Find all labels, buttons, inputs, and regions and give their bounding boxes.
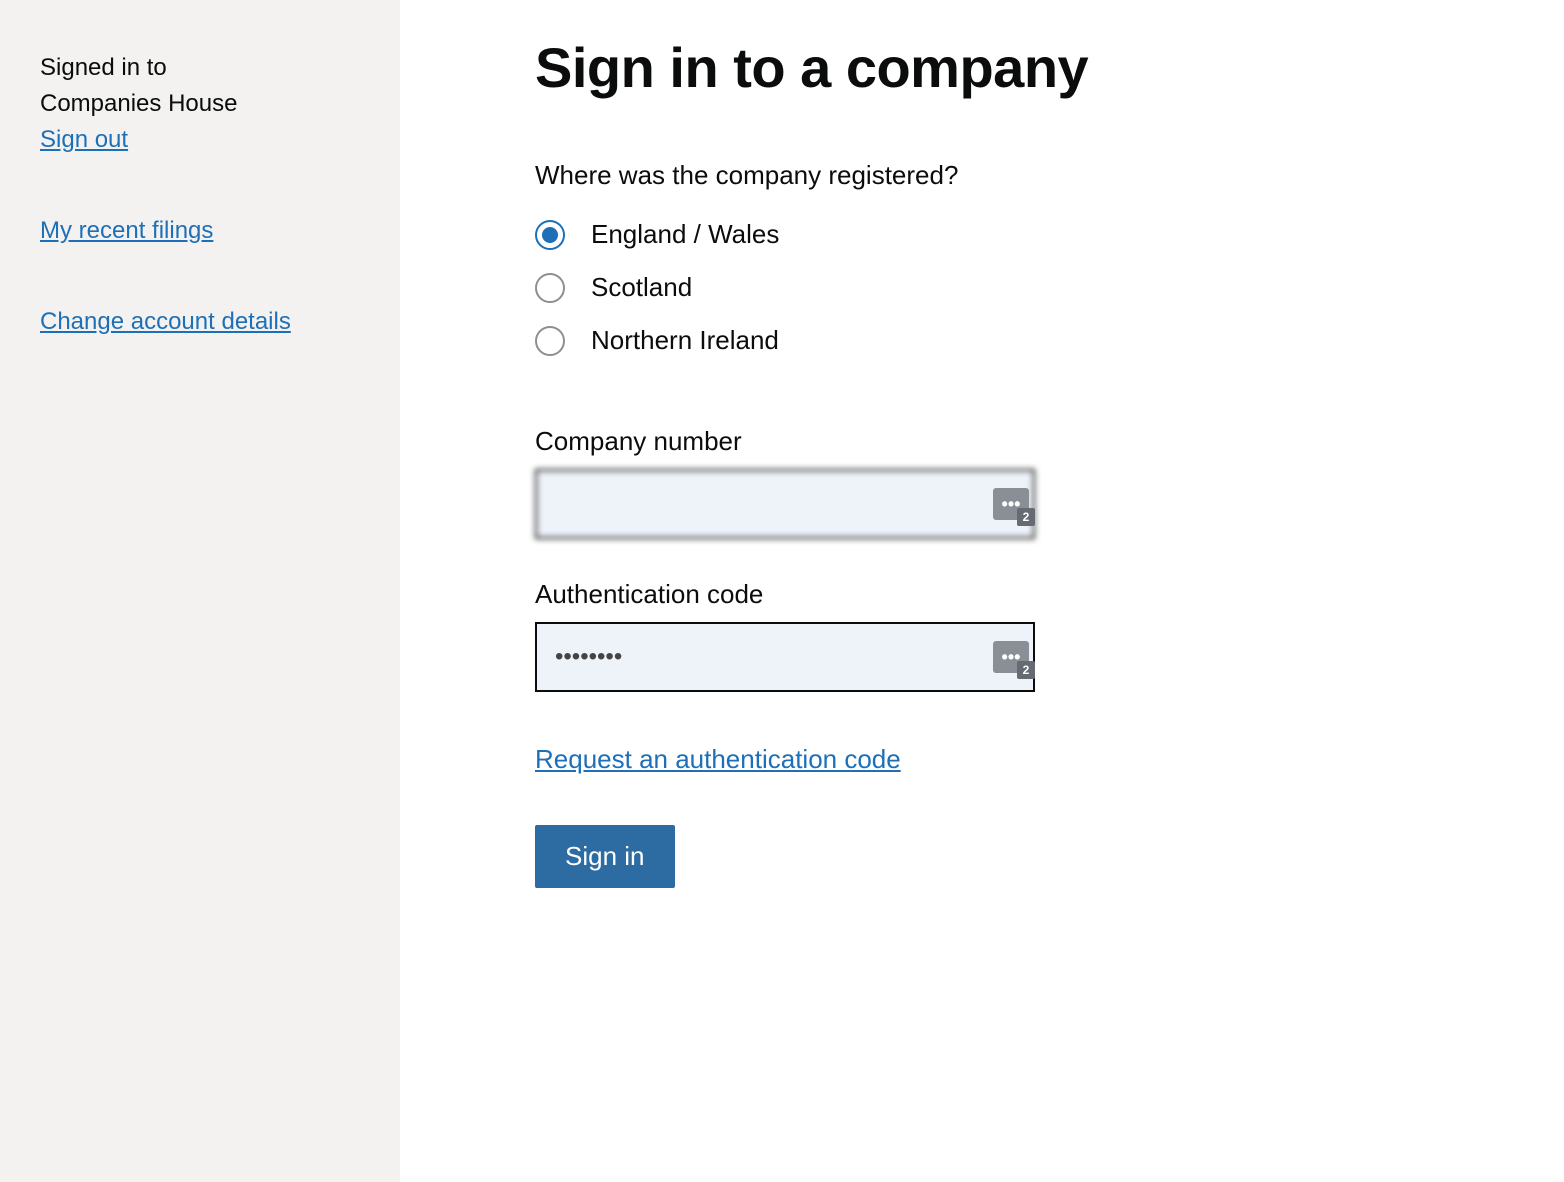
company-number-input-wrapper: ••• 2 (535, 469, 1035, 539)
signed-in-line2: Companies House (40, 90, 237, 117)
authentication-code-label: Authentication code (535, 579, 1529, 610)
signed-in-line1: Signed in to (40, 54, 167, 81)
sign-in-button[interactable]: Sign in (535, 825, 675, 888)
signed-in-status: Signed in to Companies House (40, 50, 360, 122)
radio-england-wales[interactable]: England / Wales (535, 219, 1529, 250)
my-recent-filings-link[interactable]: My recent filings (40, 213, 360, 249)
authentication-code-input[interactable] (535, 622, 1035, 692)
sign-out-link[interactable]: Sign out (40, 122, 360, 158)
radio-scotland[interactable]: Scotland (535, 272, 1529, 303)
radio-label: England / Wales (591, 219, 779, 250)
radio-label: Northern Ireland (591, 325, 779, 356)
company-number-input[interactable] (535, 469, 1035, 539)
authentication-code-input-wrapper: ••• 2 (535, 622, 1035, 692)
registration-question: Where was the company registered? (535, 160, 1529, 191)
password-manager-badge-icon[interactable]: ••• 2 (993, 488, 1029, 520)
authentication-code-field: Authentication code ••• 2 (535, 579, 1529, 692)
radio-northern-ireland[interactable]: Northern Ireland (535, 325, 1529, 356)
jurisdiction-radio-group: England / Wales Scotland Northern Irelan… (535, 219, 1529, 356)
radio-label: Scotland (591, 272, 692, 303)
password-manager-count: 2 (1017, 661, 1035, 679)
page-title: Sign in to a company (535, 35, 1529, 100)
password-manager-badge-icon[interactable]: ••• 2 (993, 641, 1029, 673)
main-content: Sign in to a company Where was the compa… (400, 0, 1564, 1182)
radio-icon (535, 273, 565, 303)
radio-icon (535, 220, 565, 250)
company-number-field: Company number ••• 2 (535, 426, 1529, 539)
request-authentication-code-link[interactable]: Request an authentication code (535, 744, 901, 775)
radio-icon (535, 326, 565, 356)
company-number-label: Company number (535, 426, 1529, 457)
change-account-details-link[interactable]: Change account details (40, 304, 360, 340)
sidebar: Signed in to Companies House Sign out My… (0, 0, 400, 1182)
password-manager-count: 2 (1017, 508, 1035, 526)
